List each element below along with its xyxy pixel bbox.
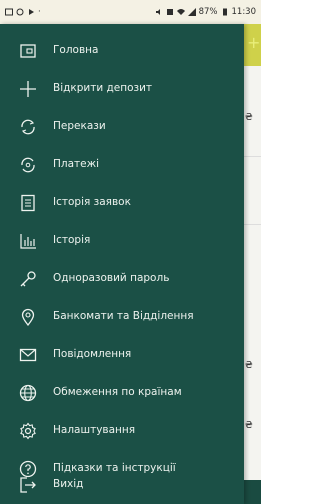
notification-icon (16, 8, 24, 16)
signal-icon (187, 8, 196, 16)
background-divider (244, 156, 261, 157)
status-bar: · 87% 11:30 (0, 0, 261, 24)
menu-item-label: Головна (53, 44, 99, 56)
play-icon (29, 9, 34, 15)
menu-item-requests-history[interactable]: Історія заявок (0, 186, 244, 220)
menu-item-home[interactable]: Головна (0, 34, 244, 68)
status-right: 87% 11:30 (155, 7, 256, 17)
menu-item-label: Історія (53, 234, 91, 246)
plus-icon (19, 80, 37, 98)
dot-icon: · (38, 7, 41, 17)
mute-icon (155, 9, 160, 15)
menu-item-label: Перекази (53, 120, 106, 132)
battery-icon (222, 8, 227, 16)
menu-item-label: Підказки та інструкції (53, 462, 176, 474)
background-plus-icon: + (247, 33, 261, 52)
menu-item-label: Платежі (53, 158, 99, 170)
menu-item-label: Обмеження по країнам (53, 386, 182, 398)
menu-item-label: Повідомлення (53, 348, 132, 360)
background-currency-icon: ₴ (245, 420, 253, 431)
background-currency-icon: ₴ (245, 360, 253, 371)
transfer-icon (19, 118, 37, 136)
menu-item-label: Історія заявок (53, 196, 131, 208)
location-pin-icon (19, 308, 37, 326)
menu-item-transfers[interactable]: Перекази (0, 110, 244, 144)
menu-item-country-limits[interactable]: Обмеження по країнам (0, 376, 244, 410)
payments-icon (19, 156, 37, 174)
menu-item-label: Вихід (53, 478, 84, 490)
menu-item-label: Налаштування (53, 424, 136, 436)
background-bottom-bar (244, 480, 261, 504)
background-currency-icon: ₴ (245, 112, 253, 123)
status-left: · (5, 7, 41, 17)
envelope-icon (19, 346, 37, 364)
key-icon (19, 270, 37, 288)
battery-percent: 87% (198, 7, 218, 17)
menu-item-settings[interactable]: Налаштування (0, 414, 244, 448)
clock: 11:30 (231, 7, 257, 17)
menu-item-label: Відкрити депозит (53, 82, 153, 94)
menu-item-history[interactable]: Історія (0, 224, 244, 258)
alarm-icon (166, 9, 173, 15)
menu-item-open-deposit[interactable]: Відкрити депозит (0, 72, 244, 106)
menu-item-logout[interactable]: Вихід (0, 477, 244, 504)
menu-item-atms-branches[interactable]: Банкомати та Відділення (0, 300, 244, 334)
gallery-icon (5, 8, 13, 16)
menu-item-payments[interactable]: Платежі (0, 148, 244, 182)
background-divider (244, 224, 261, 225)
menu-item-messages[interactable]: Повідомлення (0, 338, 244, 372)
globe-icon (19, 384, 37, 402)
gear-icon (19, 422, 37, 440)
menu-item-label: Банкомати та Відділення (53, 310, 194, 322)
background-screen: + ₴ ₴ ₴ (244, 24, 261, 504)
home-card-icon (19, 42, 37, 60)
menu-item-label: Одноразовий пароль (53, 272, 170, 284)
wifi-icon (176, 9, 185, 15)
menu-item-otp[interactable]: Одноразовий пароль (0, 262, 244, 296)
navigation-drawer: Головна Відкрити депозит Перекази Платеж… (0, 24, 244, 504)
document-icon (19, 194, 37, 212)
logout-icon (19, 476, 37, 494)
bar-chart-icon (19, 232, 37, 250)
